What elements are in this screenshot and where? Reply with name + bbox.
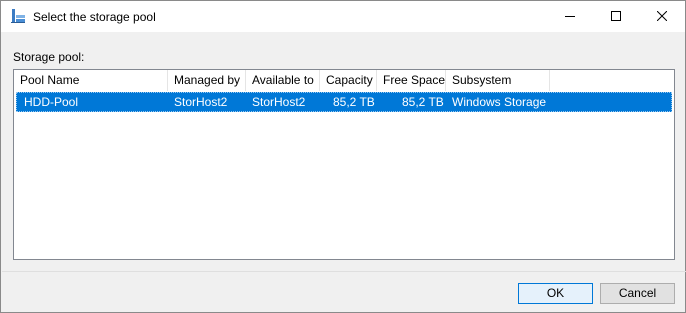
cell-managed-by: StorHost2 [174,95,228,109]
column-header-capacity[interactable]: Capacity [320,70,377,91]
column-header-pool-name[interactable]: Pool Name [14,70,168,91]
cell-pool-name: HDD-Pool [24,95,79,109]
storage-pool-icon [10,8,26,24]
close-button[interactable] [639,1,685,32]
column-header-managed-by[interactable]: Managed by [168,70,246,91]
list-header: Pool Name Managed by Available to Capaci… [14,70,674,92]
maximize-button[interactable] [593,1,639,32]
cell-subsystem: Windows Storage [452,95,547,109]
storage-pool-list[interactable]: Pool Name Managed by Available to Capaci… [13,69,675,260]
close-icon [656,10,668,24]
storage-pool-label: Storage pool: [13,50,85,64]
window-title: Select the storage pool [33,10,156,24]
cell-free-space: 85,2 TB [402,95,444,109]
column-header-available-to[interactable]: Available to [246,70,320,91]
column-header-subsystem[interactable]: Subsystem [446,70,550,91]
cell-capacity: 85,2 TB [333,95,375,109]
cancel-button[interactable]: Cancel [600,283,675,304]
dialog-window: Select the storage pool Storage pool: Po… [0,0,686,313]
divider [2,271,686,272]
cell-available-to: StorHost2 [252,95,306,109]
table-row[interactable]: HDD-Pool StorHost2 StorHost2 85,2 TB 85,… [16,92,672,112]
minimize-button[interactable] [547,1,593,32]
maximize-icon [611,10,621,24]
ok-button[interactable]: OK [518,283,593,304]
title-bar[interactable]: Select the storage pool [1,1,685,32]
minimize-icon [565,10,575,24]
column-header-free-space[interactable]: Free Space [377,70,446,91]
